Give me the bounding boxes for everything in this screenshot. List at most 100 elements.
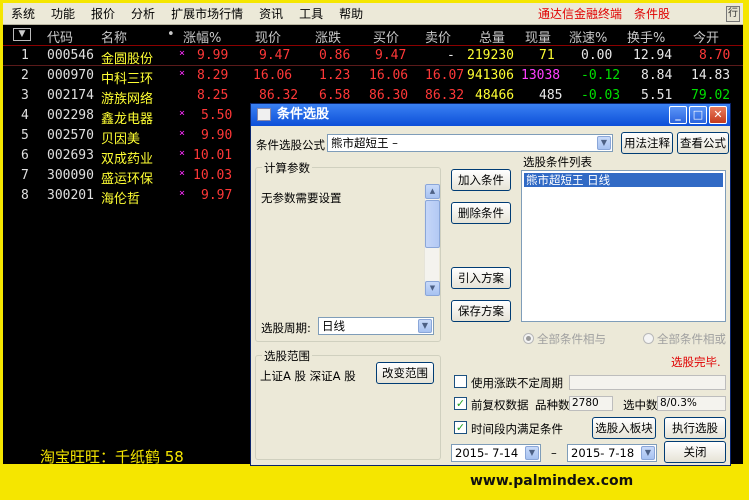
run-screen-button[interactable]: 执行选股 bbox=[664, 417, 726, 439]
row-pct: 10.03 bbox=[193, 168, 233, 183]
row-change: 0.86 bbox=[319, 48, 351, 63]
col-name[interactable]: 名称 bbox=[101, 27, 127, 46]
period-select[interactable]: 日线 ▼ bbox=[318, 317, 434, 335]
delete-condition-button[interactable]: 删除条件 bbox=[451, 202, 511, 224]
list-item[interactable]: 熊市超短王 日线 bbox=[524, 173, 723, 187]
usage-notes-button[interactable]: 用法注释 bbox=[621, 132, 673, 154]
save-plan-button[interactable]: 保存方案 bbox=[451, 300, 511, 322]
row-ask: - bbox=[447, 48, 455, 63]
params-text: 无参数需要设置 bbox=[261, 191, 342, 205]
menu-extended-market[interactable]: 扩展市场行情 bbox=[163, 3, 251, 25]
row-name: 盛运环保 bbox=[101, 172, 154, 187]
scroll-up-icon[interactable]: ▲ bbox=[425, 184, 440, 199]
chevron-down-icon[interactable]: ▼ bbox=[418, 319, 432, 333]
col-open[interactable]: 今开 bbox=[693, 27, 719, 46]
col-code[interactable]: 代码 bbox=[47, 27, 73, 46]
col-speed[interactable]: 涨速% bbox=[569, 27, 607, 46]
dialog-app-icon bbox=[257, 108, 271, 121]
row-mark: × bbox=[179, 68, 186, 79]
params-scrollbar[interactable]: ▲ ▼ bbox=[424, 184, 440, 296]
row-index: 6 bbox=[21, 148, 29, 163]
menu-function[interactable]: 功能 bbox=[43, 3, 83, 25]
dialog-titlebar[interactable]: 条件选股 bbox=[251, 104, 730, 126]
menu-tools[interactable]: 工具 bbox=[291, 3, 331, 25]
row-volume: 941306 bbox=[467, 68, 514, 83]
app-brand: 通达信金融终端 bbox=[537, 7, 622, 21]
menu-analysis[interactable]: 分析 bbox=[123, 3, 163, 25]
period-value: 日线 bbox=[322, 319, 345, 333]
row-mark: × bbox=[179, 128, 186, 139]
row-ask: 16.07 bbox=[425, 68, 465, 83]
add-condition-button[interactable]: 加入条件 bbox=[451, 169, 511, 191]
row-name: 贝因美 bbox=[101, 132, 141, 147]
stock-screener-dialog: 条件选股 _ □ ✕ 条件选股公式 熊市超短王 – ▼ 用法注释 查看公式 计算… bbox=[250, 103, 731, 466]
params-group-title: 计算参数 bbox=[262, 160, 312, 176]
row-open: 79.02 bbox=[691, 88, 731, 103]
maximize-icon[interactable]: □ bbox=[689, 106, 707, 124]
row-price: 16.06 bbox=[253, 68, 293, 83]
date-from-select[interactable]: 2015- 7-14 ▼ bbox=[451, 444, 541, 462]
row-change: 6.58 bbox=[319, 88, 351, 103]
view-formula-button[interactable]: 查看公式 bbox=[677, 132, 729, 154]
radio-all-and[interactable] bbox=[523, 333, 534, 344]
toolbar-mini-button[interactable]: 行 bbox=[726, 5, 740, 22]
row-ask: 86.32 bbox=[425, 88, 465, 103]
row-name: 双成药业 bbox=[101, 152, 154, 167]
chevron-down-icon[interactable]: ▼ bbox=[525, 446, 539, 460]
table-row[interactable]: 2 000970 中科三环 × 8.29 16.06 1.23 16.06 16… bbox=[3, 66, 743, 87]
import-plan-button[interactable]: 引入方案 bbox=[451, 267, 511, 289]
dialog-title: 条件选股 bbox=[277, 107, 330, 122]
row-bid: 86.30 bbox=[369, 88, 409, 103]
variety-label: 品种数 bbox=[535, 398, 570, 412]
date-separator: – bbox=[551, 446, 557, 460]
pre-adjust-checkbox[interactable]: ✓ bbox=[454, 397, 467, 410]
formula-value: 熊市超短王 – bbox=[331, 136, 398, 150]
formula-select[interactable]: 熊市超短王 – ▼ bbox=[327, 134, 613, 152]
period-label: 选股周期: bbox=[261, 321, 311, 335]
col-price[interactable]: 现价 bbox=[255, 27, 281, 46]
sort-toggle[interactable]: ▼ bbox=[13, 28, 31, 41]
date-to-value: 2015- 7-18 bbox=[571, 446, 635, 460]
watermark-text: www.palmindex.com bbox=[470, 473, 634, 489]
selected-label: 选中数 bbox=[623, 398, 658, 412]
date-from-value: 2015- 7-14 bbox=[455, 446, 519, 460]
scroll-down-icon[interactable]: ▼ bbox=[425, 281, 440, 296]
change-range-button[interactable]: 改变范围 bbox=[376, 362, 434, 384]
row-index: 5 bbox=[21, 128, 29, 143]
condition-list[interactable]: 熊市超短王 日线 bbox=[521, 170, 726, 322]
time-range-checkbox[interactable]: ✓ bbox=[454, 421, 467, 434]
col-volume[interactable]: 总量 bbox=[479, 27, 505, 46]
col-pct[interactable]: 涨幅% bbox=[183, 27, 221, 46]
status-text: 选股完毕. bbox=[671, 355, 721, 369]
table-row[interactable]: 1 000546 金圆股份 × 9.99 9.47 0.86 9.47 - 21… bbox=[3, 46, 743, 67]
row-pct: 10.01 bbox=[193, 148, 233, 163]
uncertain-period-checkbox[interactable] bbox=[454, 375, 467, 388]
col-ask[interactable]: 卖价 bbox=[425, 27, 451, 46]
menu-help[interactable]: 帮助 bbox=[331, 3, 371, 25]
close-button[interactable]: 关闭 bbox=[664, 441, 726, 463]
params-group: 计算参数 无参数需要设置 ▲ ▼ 选股周期: 日线 ▼ bbox=[255, 160, 441, 342]
time-range-label: 时间段内满足条件 bbox=[471, 422, 563, 436]
selected-field: 8/0.3% bbox=[657, 396, 726, 411]
col-bid[interactable]: 买价 bbox=[373, 27, 399, 46]
row-bid: 16.06 bbox=[369, 68, 409, 83]
range-text: 上证A 股 深证A 股 bbox=[260, 369, 356, 383]
minimize-icon[interactable]: _ bbox=[669, 106, 687, 124]
add-to-board-button[interactable]: 选股入板块 bbox=[592, 417, 656, 439]
radio-all-or-label: 全部条件相或 bbox=[657, 332, 726, 346]
date-to-select[interactable]: 2015- 7-18 ▼ bbox=[567, 444, 657, 462]
radio-all-and-label: 全部条件相与 bbox=[537, 332, 606, 346]
col-change[interactable]: 涨跌 bbox=[315, 27, 341, 46]
radio-all-or[interactable] bbox=[643, 333, 654, 344]
close-icon[interactable]: ✕ bbox=[709, 106, 727, 124]
col-current[interactable]: 现量 bbox=[525, 27, 551, 46]
scroll-thumb[interactable] bbox=[425, 200, 440, 248]
menu-system[interactable]: 系统 bbox=[3, 3, 43, 25]
row-open: 14.83 bbox=[691, 68, 731, 83]
menu-quote[interactable]: 报价 bbox=[83, 3, 123, 25]
menu-news[interactable]: 资讯 bbox=[251, 3, 291, 25]
chevron-down-icon[interactable]: ▼ bbox=[597, 136, 611, 150]
col-turnover[interactable]: 换手% bbox=[627, 27, 665, 46]
chevron-down-icon[interactable]: ▼ bbox=[641, 446, 655, 460]
row-index: 8 bbox=[21, 188, 29, 203]
